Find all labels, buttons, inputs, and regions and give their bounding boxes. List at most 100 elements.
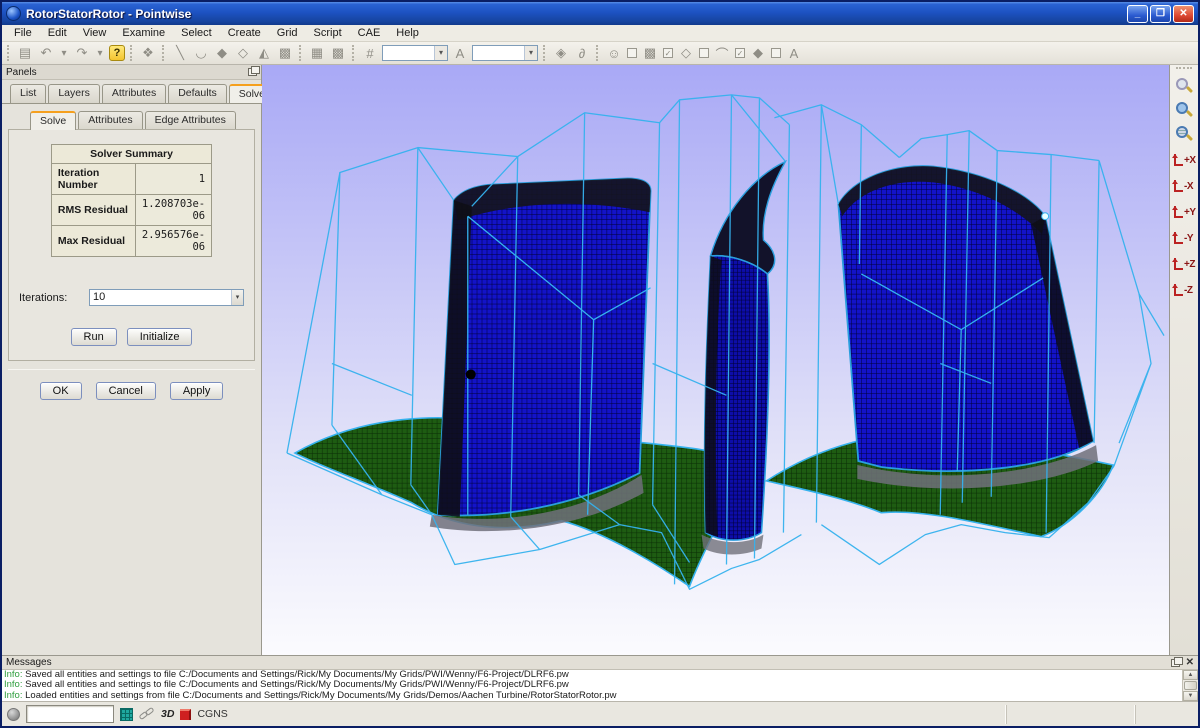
spacing-display-icon[interactable]: A [785, 44, 803, 62]
iterations-value[interactable]: 10 [90, 290, 231, 305]
help-icon[interactable]: ? [109, 45, 125, 61]
tab-list[interactable]: List [10, 84, 46, 103]
mask-icon[interactable]: ☺ [605, 44, 623, 62]
panels-caption[interactable]: Panels [2, 65, 261, 80]
tab-defaults[interactable]: Defaults [168, 84, 227, 103]
rotor-blade-left[interactable] [438, 178, 651, 516]
show-domains-checkbox[interactable] [699, 48, 709, 58]
toolbar-grip[interactable] [162, 45, 166, 61]
status-entry-field[interactable] [26, 705, 114, 723]
dimension-icon[interactable]: # [361, 44, 379, 62]
display-viewport[interactable] [262, 65, 1170, 655]
toolbar-grip[interactable] [130, 45, 134, 61]
save-icon[interactable]: ▤ [16, 44, 34, 62]
menu-examine[interactable]: Examine [114, 26, 173, 40]
structured-grid-icon[interactable]: ▦ [308, 44, 326, 62]
undo-icon[interactable]: ↶ [37, 44, 55, 62]
menu-script[interactable]: Script [306, 26, 350, 40]
subtab-edge-attributes[interactable]: Edge Attributes [145, 111, 236, 130]
selected-grid-point[interactable] [466, 369, 476, 379]
menu-edit[interactable]: Edit [40, 26, 75, 40]
subtab-attributes[interactable]: Attributes [78, 111, 142, 130]
create-unstructured-domain-icon[interactable]: ◇ [234, 44, 252, 62]
scroll-down-icon[interactable]: ▼ [1183, 691, 1198, 701]
zoom-reset-icon[interactable] [1174, 125, 1194, 145]
tab-attributes[interactable]: Attributes [102, 84, 166, 103]
menu-create[interactable]: Create [220, 26, 269, 40]
apply-button[interactable]: Apply [170, 382, 224, 400]
show-blocks-checkbox[interactable]: ✓ [663, 48, 673, 58]
menu-file[interactable]: File [6, 26, 40, 40]
toolbar-grip[interactable] [352, 45, 356, 61]
tab-layers[interactable]: Layers [48, 84, 100, 103]
view-minus-y-button[interactable]: -Y [1172, 227, 1196, 249]
surface-icon[interactable]: ◈ [552, 44, 570, 62]
float-panel-icon[interactable] [1171, 659, 1180, 667]
float-panel-icon[interactable] [248, 68, 257, 76]
spacing-icon[interactable]: A [451, 44, 469, 62]
view-plus-x-button[interactable]: +X [1172, 149, 1196, 171]
examine-magnifier-icon[interactable] [1174, 77, 1194, 97]
toolbar-grip[interactable] [299, 45, 303, 61]
cancel-button[interactable]: Cancel [96, 382, 156, 400]
domain-visibility-icon[interactable]: ◇ [677, 44, 695, 62]
menu-help[interactable]: Help [388, 26, 427, 40]
chevron-down-icon[interactable]: ▾ [524, 46, 537, 60]
shaded-domain-icon[interactable]: ◆ [749, 44, 767, 62]
dimension-combo-value[interactable] [383, 46, 434, 60]
menu-select[interactable]: Select [173, 26, 220, 40]
view-plus-z-button[interactable]: +Z [1172, 253, 1196, 275]
spacing-combo[interactable]: ▾ [472, 45, 538, 61]
layers-add-icon[interactable]: ❖ [139, 44, 157, 62]
menu-view[interactable]: View [75, 26, 115, 40]
derivative-icon[interactable]: ∂ [573, 44, 591, 62]
zoom-extents-icon[interactable] [1174, 101, 1194, 121]
toolbar-grip[interactable] [1176, 67, 1192, 71]
spacing-combo-value[interactable] [473, 46, 524, 60]
unstructured-grid-icon[interactable]: ▩ [329, 44, 347, 62]
toolbar-grip[interactable] [7, 45, 11, 61]
scrollbar-thumb[interactable] [1184, 681, 1197, 690]
undo-dropdown-icon[interactable]: ▾ [58, 44, 70, 62]
show-connectors-checkbox[interactable]: ✓ [735, 48, 745, 58]
view-minus-z-button[interactable]: -Z [1172, 279, 1196, 301]
connector-visibility-icon[interactable]: ⌒ [713, 44, 731, 62]
chevron-down-icon[interactable]: ▾ [231, 290, 243, 305]
messages-list[interactable]: Info: Saved all entities and settings to… [2, 670, 1182, 701]
create-extrude-icon[interactable]: ◭ [255, 44, 273, 62]
show-databases-checkbox[interactable] [627, 48, 637, 58]
dimension-combo[interactable]: ▾ [382, 45, 448, 61]
create-connector-icon[interactable]: ╲ [171, 44, 189, 62]
block-visibility-icon[interactable]: ▩ [641, 44, 659, 62]
toolbar-grip[interactable] [596, 45, 600, 61]
redo-dropdown-icon[interactable]: ▾ [94, 44, 106, 62]
chevron-down-icon[interactable]: ▾ [434, 46, 447, 60]
link-icon[interactable] [139, 708, 155, 720]
messages-scrollbar[interactable]: ▲ ▼ [1182, 670, 1198, 701]
close-icon[interactable]: ✕ [1186, 657, 1194, 668]
ok-button[interactable]: OK [40, 382, 82, 400]
view-plus-y-button[interactable]: +Y [1172, 201, 1196, 223]
menu-cae[interactable]: CAE [350, 26, 389, 40]
iterations-combo[interactable]: 10 ▾ [89, 289, 244, 306]
scroll-up-icon[interactable]: ▲ [1183, 670, 1198, 680]
restore-button[interactable]: ❐ [1150, 5, 1171, 23]
cae-solver-icon[interactable] [180, 709, 191, 720]
menu-grid[interactable]: Grid [269, 26, 306, 40]
view-minus-x-button[interactable]: -X [1172, 175, 1196, 197]
create-curve-icon[interactable]: ◡ [192, 44, 210, 62]
close-button[interactable]: ✕ [1173, 5, 1194, 23]
create-domain-icon[interactable]: ◆ [213, 44, 231, 62]
highlighted-grid-point[interactable] [1042, 213, 1049, 220]
show-shaded-checkbox[interactable] [771, 48, 781, 58]
minimize-button[interactable]: _ [1127, 5, 1148, 23]
run-button[interactable]: Run [71, 328, 117, 346]
messages-header[interactable]: Messages ✕ [2, 656, 1198, 670]
create-block-icon[interactable]: ▩ [276, 44, 294, 62]
subtab-solve[interactable]: Solve [30, 111, 76, 130]
redo-icon[interactable]: ↷ [73, 44, 91, 62]
initialize-button[interactable]: Initialize [127, 328, 193, 346]
grid-mode-icon[interactable] [120, 708, 133, 721]
toolbar-grip[interactable] [543, 45, 547, 61]
title-bar[interactable]: RotorStatorRotor - Pointwise _ ❐ ✕ [2, 2, 1198, 25]
